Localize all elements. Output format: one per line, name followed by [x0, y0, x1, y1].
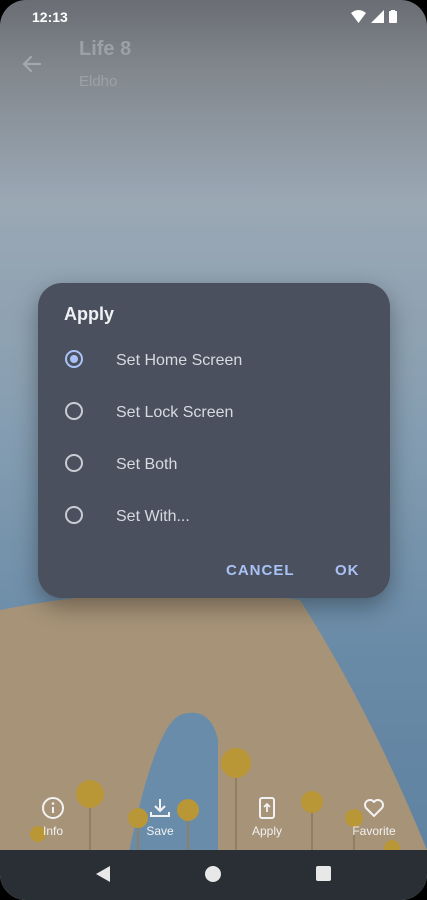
nav-recents-icon[interactable] — [316, 866, 331, 881]
option-label: Set With... — [116, 508, 190, 525]
favorite-button[interactable]: Favorite — [339, 796, 409, 838]
ok-button[interactable]: OK — [335, 562, 360, 579]
signal-icon — [371, 10, 384, 23]
option-set-both[interactable]: Set Both — [38, 440, 390, 490]
back-arrow-icon[interactable] — [20, 52, 44, 76]
save-label: Save — [146, 824, 174, 838]
heart-icon — [364, 799, 384, 817]
option-set-home-screen[interactable]: Set Home Screen — [38, 336, 390, 386]
option-label: Set Home Screen — [116, 352, 243, 369]
apply-button[interactable]: Apply — [232, 796, 302, 838]
system-nav-bar — [0, 850, 427, 900]
option-label: Set Both — [116, 456, 178, 473]
radio-unselected-icon[interactable] — [65, 506, 83, 524]
favorite-label: Favorite — [352, 824, 396, 838]
option-set-lock-screen[interactable]: Set Lock Screen — [38, 388, 390, 438]
option-label: Set Lock Screen — [116, 404, 234, 421]
radio-unselected-icon[interactable] — [65, 454, 83, 472]
apply-dialog: Apply Set Home Screen Set Lock Screen Se… — [38, 283, 390, 598]
download-icon — [150, 799, 170, 817]
battery-icon — [389, 10, 397, 23]
info-label: Info — [42, 824, 63, 838]
save-button[interactable]: Save — [125, 796, 195, 838]
info-button[interactable]: Info — [18, 796, 88, 838]
bottom-action-bar: Info Save Apply Favorite — [0, 790, 427, 850]
radio-selected-icon[interactable] — [65, 350, 83, 368]
status-time: 12:13 — [32, 9, 68, 25]
wallpaper-title: Life 8 — [79, 38, 132, 60]
cancel-button[interactable]: CANCEL — [226, 562, 295, 579]
option-set-with[interactable]: Set With... — [38, 492, 390, 542]
apply-phone-icon — [259, 797, 275, 819]
wallpaper-screen: 12:13 Life 8 Eldho Info Save Apply Favor… — [0, 0, 427, 900]
wallpaper-author: Eldho — [79, 73, 118, 90]
info-icon — [42, 797, 64, 819]
app-bar: Life 8 Eldho — [0, 34, 427, 104]
dialog-title: Apply — [64, 304, 115, 324]
radio-unselected-icon[interactable] — [65, 402, 83, 420]
nav-home-icon[interactable] — [205, 866, 221, 882]
status-bar: 12:13 — [0, 0, 427, 34]
nav-back-icon[interactable] — [96, 866, 110, 882]
wifi-icon — [351, 10, 366, 23]
apply-label: Apply — [251, 824, 283, 838]
